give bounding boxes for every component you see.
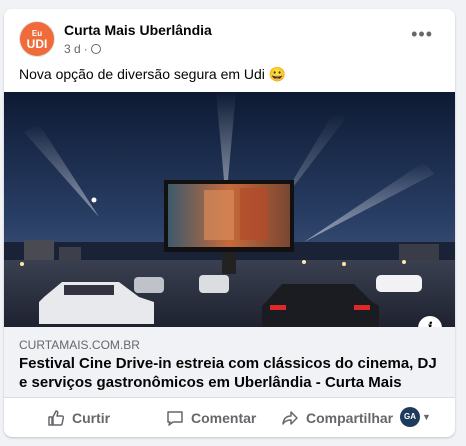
link-preview-image[interactable] [4,92,455,327]
chevron-down-icon: ▼ [422,412,431,422]
post-caption: Nova opção de diversão segura em Udi 😀 [19,66,287,82]
post-header: Eu UDI Curta Mais Uberlândia 3 d · ••• [4,9,455,64]
drive-in-scene-image [4,92,455,327]
share-button[interactable]: Compartilhar [281,402,393,434]
more-options-icon[interactable]: ••• [411,25,433,43]
post-actions-bar: Curtir Comentar Compartilhar GA ▼ [4,398,455,437]
page-avatar[interactable]: Eu UDI [19,21,55,57]
post-card: Eu UDI Curta Mais Uberlândia 3 d · ••• N… [4,9,455,437]
link-title[interactable]: Festival Cine Drive-in estreia com cláss… [19,354,449,392]
post-meta: 3 d · [64,42,101,56]
meta-separator: · [83,42,88,56]
share-label: Compartilhar [306,410,394,426]
link-preview[interactable]: CURTAMAIS.COM.BR Festival Cine Drive-in … [4,327,455,398]
thumbs-up-icon [48,410,65,426]
link-domain: CURTAMAIS.COM.BR [19,338,140,352]
like-label: Curtir [72,410,111,426]
comment-bubble-icon [167,411,183,426]
globe-icon [90,44,101,54]
share-arrow-icon [282,411,298,425]
like-button[interactable]: Curtir [47,402,110,434]
post-as-selector[interactable]: GA ▼ [400,407,431,427]
page-name-link[interactable]: Curta Mais Uberlândia [64,22,212,38]
comment-label: Comentar [191,410,257,426]
avatar-text-bottom: UDI [26,36,48,51]
post-timestamp[interactable]: 3 d [64,42,81,56]
comment-button[interactable]: Comentar [166,402,256,434]
user-avatar: GA [400,407,420,427]
